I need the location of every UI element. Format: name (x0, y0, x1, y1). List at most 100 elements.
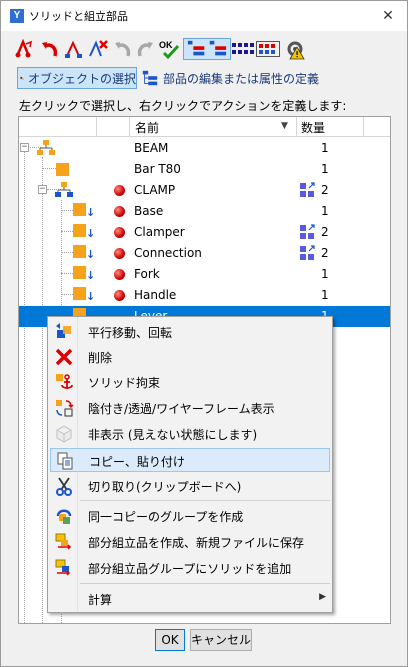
column-header-qty[interactable]: 数量 (301, 119, 325, 136)
menu-item-label: ソリッド拘束 (88, 376, 161, 390)
status-dot-icon (114, 227, 125, 238)
anchor-icon (56, 374, 73, 389)
menu-item-group-copies[interactable]: 同一コピーのグループを作成 (50, 504, 330, 528)
row-name: BEAM (134, 141, 169, 155)
status-dot-icon (114, 248, 125, 259)
display-mode-icon (56, 400, 74, 417)
row-qty: 2 (321, 246, 329, 260)
tab-select-objects-label: オブジェクトの選択 (27, 71, 136, 86)
menu-item-label: 削除 (88, 351, 113, 365)
part-icon (73, 287, 86, 300)
sort-arrow-icon[interactable]: ▼ (281, 121, 288, 131)
row-name: Handle (134, 288, 177, 302)
menu-item-create-subassembly[interactable]: 部分組立品を作成、新規ファイルに保存 (50, 530, 330, 554)
subassembly-save-icon (55, 533, 72, 550)
menu-item-hide[interactable]: 非表示 (見えない状態にします) (50, 422, 330, 446)
undo-red-icon[interactable] (39, 38, 61, 60)
header-divider (129, 117, 130, 137)
menu-separator (80, 500, 330, 501)
menu-item-calculate[interactable]: 計算 ▶ (50, 587, 330, 611)
row-name: Clamper (134, 225, 185, 239)
menu-item-add-to-subassembly[interactable]: 部分組立品グループにソリッドを追加 (50, 556, 330, 580)
ok-check-icon[interactable]: OK (158, 38, 180, 60)
down-arrow-icon: ↓ (86, 206, 96, 219)
menu-item-label: 計算 (88, 593, 113, 607)
down-arrow-icon: ↓ (86, 269, 96, 282)
menu-item-delete[interactable]: 削除 (50, 345, 330, 369)
submenu-arrow-icon: ▶ (319, 592, 326, 602)
menu-item-label: 部分組立品を作成、新規ファイルに保存 (88, 536, 305, 550)
menu-item-label: 非表示 (見えない状態にします) (88, 428, 258, 442)
tab-edit-parts[interactable]: 部品の編集または属性の定義 (139, 67, 329, 89)
row-qty: 1 (321, 204, 329, 218)
undo-icon[interactable] (112, 38, 134, 60)
down-arrow-icon: ↓ (86, 290, 96, 303)
menu-item-label: コピー、貼り付け (89, 455, 185, 469)
edit-parts-icon (142, 70, 158, 86)
menu-item-move-rotate[interactable]: 平行移動、回転 (50, 320, 330, 344)
ok-check-text: OK (159, 40, 173, 50)
assembly-icon (37, 140, 55, 155)
menu-item-label: 同一コピーのグループを作成 (88, 510, 244, 524)
tree-view-icon[interactable] (183, 38, 231, 60)
multiple-copies-icon (300, 245, 315, 260)
grid-view-icon[interactable] (256, 38, 280, 60)
tree-row-bar-t80[interactable]: Bar T80 1 (19, 159, 390, 180)
copy-icon (57, 452, 73, 470)
part-icon (73, 266, 86, 279)
column-header-name[interactable]: 名前 (135, 119, 159, 136)
group-copy-icon (56, 509, 72, 524)
status-dot-icon (114, 185, 125, 196)
subassembly-icon (55, 182, 73, 197)
menu-separator (80, 583, 330, 584)
down-arrow-icon: ↓ (86, 227, 96, 240)
row-name: Bar T80 (134, 162, 181, 176)
tree-row-fork[interactable]: ↓ Fork 1 (19, 264, 390, 285)
tree-row-beam[interactable]: BEAM 1 (19, 138, 390, 159)
part-icon (73, 245, 86, 258)
list-view-icon[interactable] (231, 38, 255, 60)
row-qty: 1 (321, 267, 329, 281)
assembly-dialog: Y ソリッドと組立部品 ✕ OK オブジェクトの選択 部品の編集または属性の定義… (0, 0, 408, 667)
row-name: Base (134, 204, 164, 218)
settings-warning-icon[interactable] (284, 38, 306, 60)
delete-constraint-icon[interactable] (87, 38, 109, 60)
status-dot-icon (114, 206, 125, 217)
tab-select-objects[interactable]: オブジェクトの選択 (17, 67, 137, 89)
tree-header: 名前 ▼ 数量 (19, 117, 390, 137)
header-divider (363, 117, 364, 137)
row-name: CLAMP (134, 183, 176, 197)
title-bar[interactable]: Y ソリッドと組立部品 ✕ (1, 1, 407, 31)
header-divider (96, 117, 97, 137)
select-objects-icon (20, 76, 24, 80)
row-qty: 1 (321, 141, 329, 155)
part-icon (56, 163, 69, 176)
window-title: ソリッドと組立部品 (29, 11, 128, 23)
row-qty: 2 (321, 183, 329, 197)
menu-item-copy-paste[interactable]: コピー、貼り付け (50, 448, 330, 472)
down-arrow-icon: ↓ (86, 248, 96, 261)
row-qty: 1 (321, 288, 329, 302)
close-button[interactable]: ✕ (375, 5, 401, 27)
redo-icon[interactable] (134, 38, 156, 60)
move-rotate-icon[interactable] (12, 38, 34, 60)
menu-item-solid-constraint[interactable]: ソリッド拘束 (50, 370, 330, 394)
part-icon (73, 224, 86, 237)
tree-row-base[interactable]: ↓ Base 1 (19, 201, 390, 222)
part-icon (73, 203, 86, 216)
tree-row-handle[interactable]: ↓ Handle 1 (19, 285, 390, 306)
cancel-button[interactable]: キャンセル (190, 629, 252, 651)
hide-icon (56, 425, 72, 443)
subassembly-add-icon (55, 559, 71, 576)
tree-row-connection[interactable]: ↓ Connection 2 (19, 243, 390, 264)
mode-tabs: オブジェクトの選択 部品の編集または属性の定義 (1, 67, 407, 91)
tree-row-clamper[interactable]: ↓ Clamper 2 (19, 222, 390, 243)
menu-item-cut[interactable]: 切り取り(クリップボードへ) (50, 474, 330, 498)
status-dot-icon (114, 269, 125, 280)
ok-button[interactable]: OK (155, 629, 185, 651)
tree-row-clamp[interactable]: CLAMP 2 (19, 180, 390, 201)
instruction-text: 左クリックで選択し、右クリックでアクションを定義します: (19, 99, 347, 113)
menu-item-display-mode[interactable]: 陰付き/透過/ワイヤーフレーム表示 (50, 396, 330, 420)
status-dot-icon (114, 290, 125, 301)
constraint-icon[interactable] (63, 38, 85, 60)
